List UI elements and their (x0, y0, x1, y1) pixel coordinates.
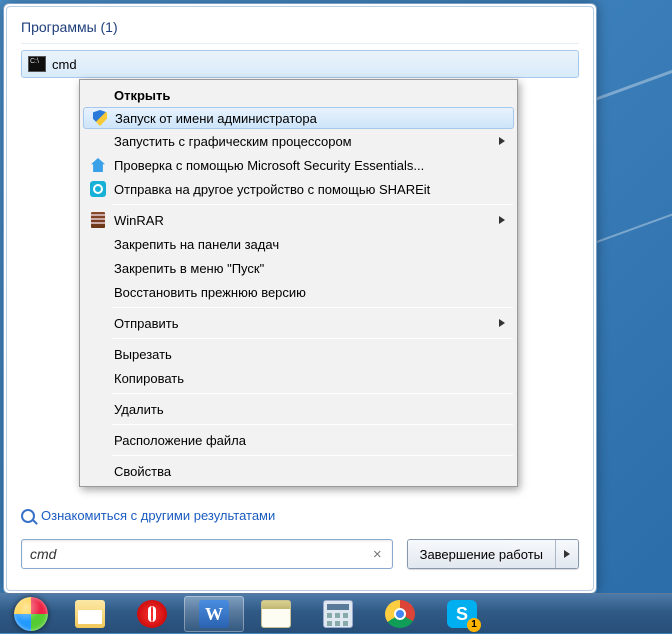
uac-shield-icon (91, 109, 109, 127)
ctx-delete[interactable]: Удалить (82, 397, 515, 421)
word-icon: W (199, 600, 229, 628)
ctx-copy[interactable]: Копировать (82, 366, 515, 390)
shutdown-button[interactable]: Завершение работы (408, 540, 556, 568)
shutdown-options-arrow[interactable] (556, 540, 578, 568)
ctx-separator (112, 307, 513, 308)
shareit-icon (89, 180, 107, 198)
windows-orb-icon (14, 597, 48, 631)
submenu-arrow-icon (499, 319, 505, 327)
ctx-cut[interactable]: Вырезать (82, 342, 515, 366)
ctx-pin-taskbar[interactable]: Закрепить на панели задач (82, 232, 515, 256)
cmd-icon (28, 56, 46, 72)
start-search-box[interactable]: × (21, 539, 393, 569)
ctx-separator (112, 455, 513, 456)
ctx-open[interactable]: Открыть (82, 83, 515, 107)
mse-icon (89, 156, 107, 174)
clear-search-icon[interactable]: × (371, 546, 384, 563)
ctx-send-to[interactable]: Отправить (82, 311, 515, 335)
ctx-separator (112, 393, 513, 394)
chevron-right-icon (564, 550, 570, 558)
search-input[interactable] (30, 546, 371, 562)
ctx-run-with-gpu[interactable]: Запустить с графическим процессором (82, 129, 515, 153)
opera-icon (137, 600, 167, 628)
search-result-cmd[interactable]: cmd (21, 50, 579, 78)
search-icon (21, 509, 35, 523)
ctx-pin-start[interactable]: Закрепить в меню "Пуск" (82, 256, 515, 280)
taskbar-notepad[interactable] (246, 596, 306, 632)
section-header-programs: Программы (1) (21, 19, 579, 35)
calculator-icon (323, 600, 353, 628)
ctx-mse-scan[interactable]: Проверка с помощью Microsoft Security Es… (82, 153, 515, 177)
start-button[interactable] (4, 594, 58, 634)
taskbar-skype[interactable]: S (432, 596, 492, 632)
taskbar-calculator[interactable] (308, 596, 368, 632)
ctx-separator (112, 424, 513, 425)
ctx-run-as-admin[interactable]: Запуск от имени администратора (83, 107, 514, 129)
taskbar-explorer[interactable] (60, 596, 120, 632)
taskbar: W S (0, 593, 672, 633)
ctx-winrar[interactable]: WinRAR (82, 208, 515, 232)
see-more-label: Ознакомиться с другими результатами (41, 508, 275, 523)
skype-icon: S (447, 600, 477, 628)
ctx-separator (112, 204, 513, 205)
context-menu: Открыть Запуск от имени администратора З… (79, 79, 518, 487)
taskbar-word[interactable]: W (184, 596, 244, 632)
submenu-arrow-icon (499, 137, 505, 145)
ctx-file-location[interactable]: Расположение файла (82, 428, 515, 452)
see-more-results-link[interactable]: Ознакомиться с другими результатами (21, 508, 579, 523)
search-result-label: cmd (52, 57, 77, 72)
chrome-icon (385, 600, 415, 628)
ctx-shareit-send[interactable]: Отправка на другое устройство с помощью … (82, 177, 515, 201)
notepad-icon (261, 600, 291, 628)
taskbar-opera[interactable] (122, 596, 182, 632)
winrar-icon (89, 211, 107, 229)
section-divider (21, 43, 579, 44)
ctx-properties[interactable]: Свойства (82, 459, 515, 483)
explorer-icon (75, 600, 105, 628)
ctx-restore-previous[interactable]: Восстановить прежнюю версию (82, 280, 515, 304)
submenu-arrow-icon (499, 216, 505, 224)
taskbar-chrome[interactable] (370, 596, 430, 632)
shutdown-split-button[interactable]: Завершение работы (407, 539, 579, 569)
ctx-separator (112, 338, 513, 339)
